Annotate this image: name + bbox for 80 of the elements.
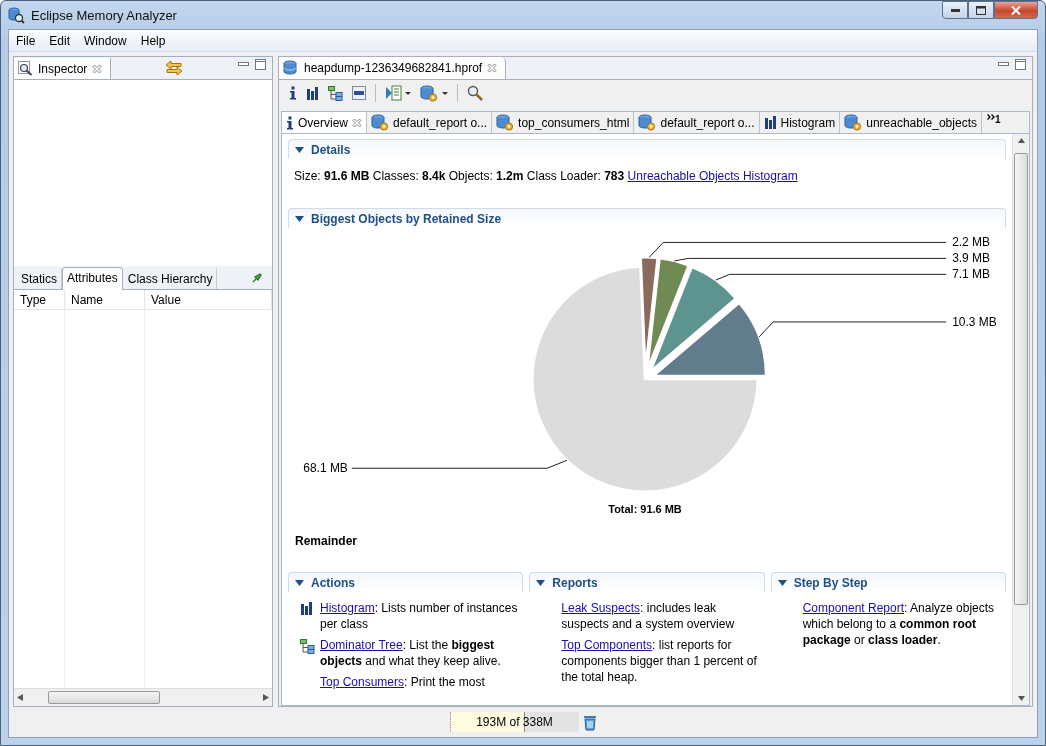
chart-total-label: Total: 91.6 MB (608, 502, 682, 515)
action-link[interactable]: Histogram (320, 601, 375, 615)
action-description: Component Report: Analyze objects which belong to a common root package or class loader. (802, 600, 996, 648)
menu-item[interactable]: Edit (42, 31, 78, 50)
inspector-tab[interactable]: Inspector (14, 58, 112, 79)
menu-item[interactable]: Help (133, 31, 173, 50)
dominator-tree-button[interactable] (328, 85, 343, 101)
maximize-button[interactable] (968, 1, 994, 19)
trash-icon[interactable] (582, 713, 597, 731)
info-icon (289, 86, 297, 100)
view-tab[interactable]: Attributes (62, 267, 123, 290)
database-gear-icon (420, 84, 438, 102)
action-description: Top Components: list reports for components bigger than 1 percent of the total heap. (561, 637, 758, 685)
minimize-icon[interactable] (950, 8, 960, 12)
selected-slice-caption: Remainder (294, 533, 359, 550)
database-icon (283, 60, 299, 76)
slice-value-label: 3.9 MB (952, 251, 990, 266)
scroll-up-arrow-icon[interactable] (1017, 138, 1025, 143)
menu-item[interactable]: Window (77, 31, 134, 50)
section-header[interactable]: Biggest Objects by Retained Size (288, 208, 1006, 228)
editor-tab[interactable]: heapdump-1236349682841.hprof (279, 57, 507, 79)
action-description: Dominator Tree: List the biggest objects and what they keep alive. (320, 637, 502, 669)
action-description: Top Consumers: Print the most (320, 674, 485, 690)
database-gear-icon (496, 114, 515, 131)
minimize-button[interactable] (942, 1, 968, 19)
tree-icon (300, 639, 315, 654)
run-report-icon[interactable] (385, 85, 411, 101)
column-header[interactable]: Type (14, 290, 65, 310)
magnifier-icon (18, 61, 33, 76)
more-tabs-indicator[interactable]: 1 (981, 112, 1006, 133)
collapse-triangle-icon[interactable] (295, 146, 304, 153)
app-icon (8, 6, 25, 24)
bar-chart-icon (306, 86, 319, 100)
database-gear-icon (638, 114, 657, 131)
scroll-down-arrow-icon[interactable] (1017, 696, 1025, 701)
maximize-icon[interactable] (976, 5, 986, 15)
details-summary: Size: 91.6 MB Classes: 8.4k Objects: 1.2m Class Loader: 783 Unreachable Objects Histogram (294, 168, 799, 184)
column-header[interactable]: Value (145, 290, 272, 310)
bar-chart-icon (763, 116, 777, 129)
vertical-scrollbar[interactable] (1012, 134, 1029, 705)
slice-value-label: 68.1 MB (303, 461, 348, 476)
action-description: Histogram: Lists number of instances per class (320, 600, 519, 632)
section-header[interactable]: Details (288, 139, 1006, 159)
slice-value-label: 2.2 MB (952, 235, 990, 250)
info-button[interactable] (289, 86, 297, 100)
section-header[interactable]: Reports (529, 572, 765, 592)
editor-subtab[interactable]: Overview (282, 112, 367, 133)
scroll-right-arrow-icon[interactable] (263, 694, 269, 701)
collapse-triangle-icon[interactable] (295, 215, 304, 222)
column-header[interactable]: Name (65, 290, 145, 310)
section-header[interactable]: Step By Step (770, 572, 1006, 592)
minimize-icon[interactable] (998, 61, 1009, 67)
section-header[interactable]: Actions (288, 572, 524, 592)
search-icon[interactable] (467, 85, 483, 101)
slice-value-label: 7.1 MB (952, 267, 990, 282)
collapse-triangle-icon[interactable] (536, 579, 546, 586)
close-button[interactable] (994, 1, 1038, 19)
menu-item[interactable]: File (9, 31, 43, 50)
action-description: Leak Suspects: includes leak suspects and a system overview (561, 600, 736, 632)
database-gear-icon (844, 114, 863, 131)
report-dropdown-button[interactable] (420, 84, 448, 102)
minimize-icon[interactable] (238, 61, 249, 67)
horizontal-scrollbar[interactable] (14, 688, 272, 706)
sync-arrows-icon[interactable] (164, 60, 183, 76)
slice-value-label: 10.3 MB (952, 314, 997, 329)
caret-icon[interactable] (442, 91, 448, 95)
histogram-link[interactable]: Unreachable Objects Histogram (627, 169, 798, 183)
collapse-triangle-icon[interactable] (777, 579, 787, 586)
info-icon (286, 115, 294, 130)
query-icon[interactable] (352, 86, 366, 100)
histogram-button[interactable] (306, 86, 319, 100)
bar-chart-icon (300, 602, 313, 615)
database-gear-icon (371, 114, 389, 131)
collapse-triangle-icon[interactable] (295, 579, 304, 586)
tree-icon (328, 85, 343, 101)
window-title: Eclipse Memory Analyzer (31, 7, 177, 23)
action-link[interactable]: Dominator Tree (320, 638, 403, 652)
heap-status-field[interactable]: 193M of 338M (449, 712, 579, 732)
pin-icon[interactable] (252, 272, 262, 283)
scroll-left-arrow-icon[interactable] (17, 694, 23, 701)
